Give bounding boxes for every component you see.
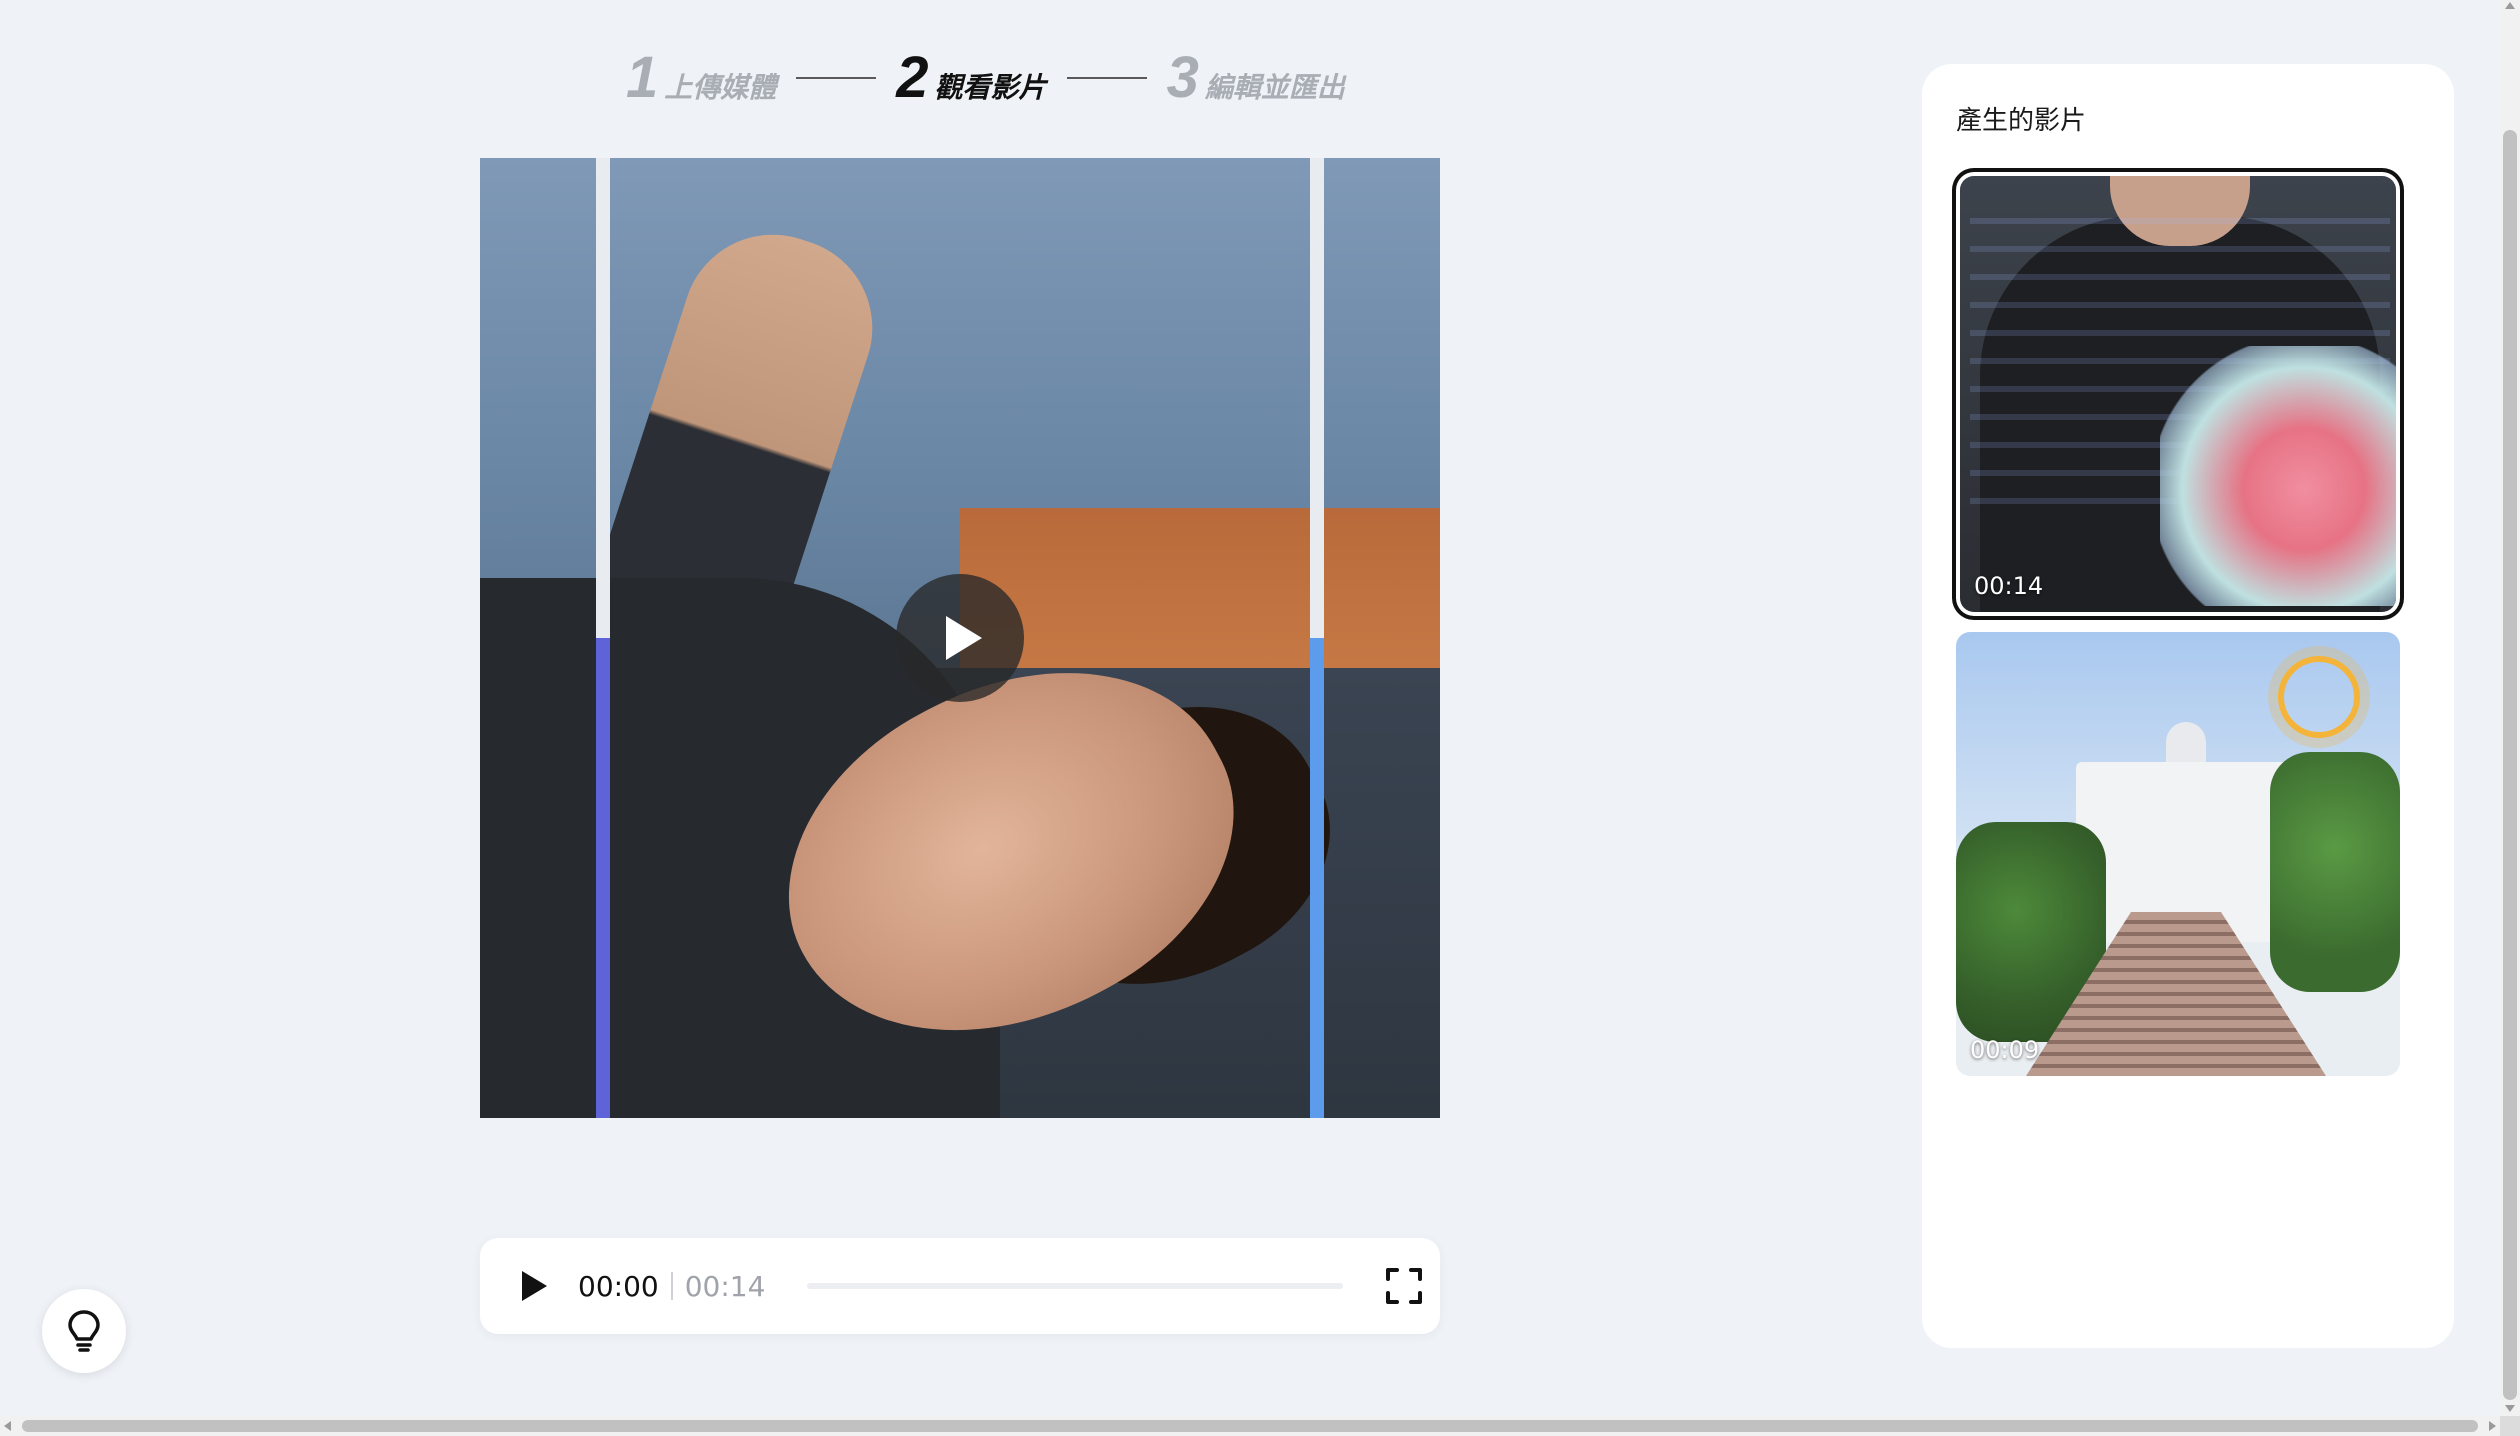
video-thumbnail[interactable]: 00:09: [1956, 632, 2400, 1076]
video-frame-left-rail: [596, 158, 610, 1118]
step-label: 觀看影片: [934, 71, 1047, 104]
vertical-scroll-thumb[interactable]: [2503, 130, 2517, 1400]
seek-bar[interactable]: [807, 1283, 1344, 1289]
total-time: 00:14: [684, 1269, 766, 1303]
generated-videos-panel: 產生的影片 00:14 00:09: [1922, 64, 2454, 1348]
video-play-button[interactable]: [896, 574, 1024, 702]
play-button[interactable]: [514, 1266, 554, 1306]
step-label: 編輯並匯出: [1204, 71, 1345, 104]
horizontal-scroll-thumb[interactable]: [22, 1420, 2478, 1432]
step-number: 1: [626, 45, 659, 110]
video-thumbnail-selected[interactable]: 00:14: [1960, 176, 2396, 612]
play-icon: [522, 1271, 547, 1301]
video-frame-right-rail: [1310, 158, 1324, 1118]
step-label: 上傳媒體: [664, 71, 777, 104]
step-upload-media[interactable]: 1 上傳媒體: [626, 49, 776, 107]
scroll-left-arrow-icon[interactable]: [4, 1421, 11, 1431]
step-number: 3: [1166, 45, 1199, 110]
play-icon: [946, 616, 982, 660]
time-divider: [670, 1272, 673, 1300]
fullscreen-icon: [1386, 1268, 1423, 1304]
horizontal-scrollbar[interactable]: [0, 1416, 2500, 1436]
player-controls: 00:00 00:14: [480, 1238, 1440, 1334]
sun-icon: [2278, 656, 2360, 738]
current-time: 00:00: [578, 1269, 659, 1303]
lightbulb-icon: [68, 1310, 100, 1352]
fullscreen-button[interactable]: [1385, 1267, 1423, 1305]
video-preview[interactable]: [480, 158, 1440, 1118]
step-watch-video[interactable]: 2 觀看影片: [896, 49, 1046, 107]
step-edit-export[interactable]: 3 編輯並匯出: [1167, 49, 1345, 107]
step-connector: [1066, 77, 1147, 79]
scroll-right-arrow-icon[interactable]: [2489, 1421, 2496, 1431]
help-tips-button[interactable]: [42, 1289, 126, 1373]
stepper: 1 上傳媒體 2 觀看影片 3 編輯並匯出: [626, 48, 1345, 108]
step-connector: [796, 77, 877, 79]
step-number: 2: [896, 45, 929, 110]
vertical-scrollbar[interactable]: [2500, 0, 2520, 1416]
video-duration: 00:14: [1974, 572, 2044, 600]
scroll-down-arrow-icon[interactable]: [2505, 1405, 2515, 1412]
scroll-up-arrow-icon[interactable]: [2505, 2, 2515, 9]
video-duration: 00:09: [1970, 1036, 2040, 1064]
scrollbar-corner: [2500, 1416, 2520, 1436]
panel-title: 產生的影片: [1956, 106, 2087, 136]
bouquet-image: [2160, 346, 2396, 606]
